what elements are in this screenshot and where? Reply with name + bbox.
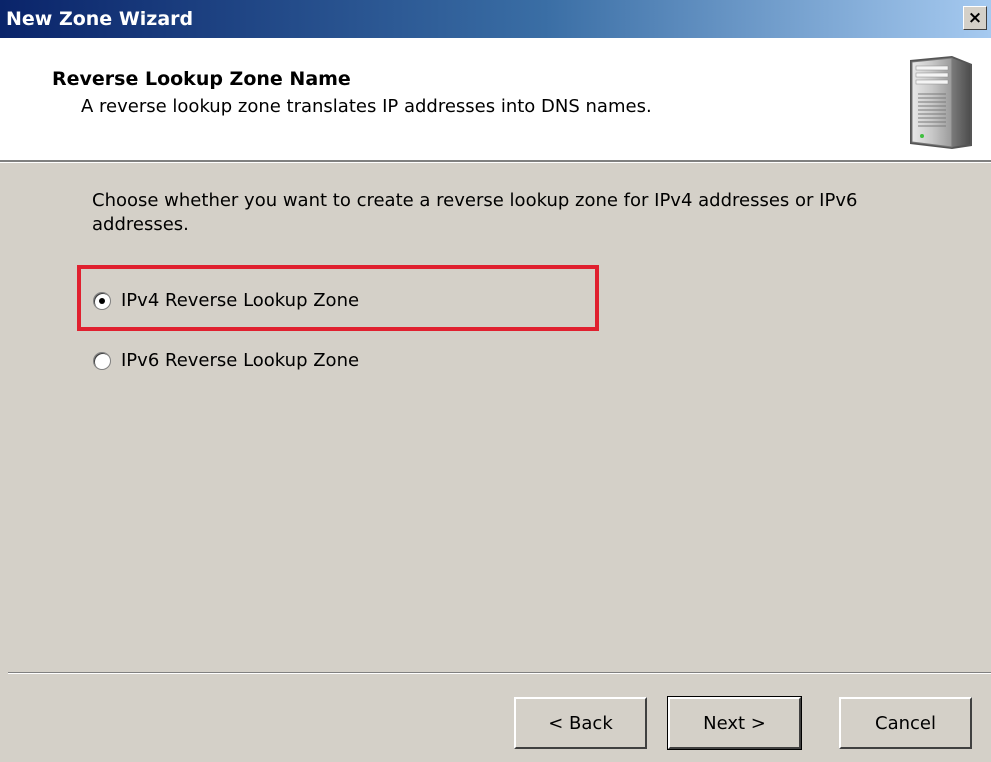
instruction-text: Choose whether you want to create a reve…	[92, 190, 858, 235]
close-button[interactable]: ×	[963, 6, 987, 30]
wizard-header: Reverse Lookup Zone Name A reverse looku…	[0, 38, 991, 160]
page-title: Reverse Lookup Zone Name	[52, 68, 351, 90]
page-subtitle: A reverse lookup zone translates IP addr…	[81, 96, 652, 117]
close-icon: ×	[967, 8, 983, 28]
footer-divider	[8, 672, 991, 674]
ipv6-radio[interactable]	[93, 351, 111, 370]
title-bar[interactable]: New Zone Wizard ×	[0, 0, 991, 38]
ipv4-label: IPv4 Reverse Lookup Zone	[121, 290, 360, 311]
ipv6-option[interactable]: IPv6 Reverse Lookup Zone	[93, 350, 359, 371]
cancel-button[interactable]: Cancel	[839, 697, 972, 749]
ipv4-radio[interactable]	[93, 291, 111, 310]
wizard-content: Choose whether you want to create a reve…	[0, 163, 991, 663]
ipv4-option[interactable]: IPv4 Reverse Lookup Zone	[93, 290, 359, 311]
next-button[interactable]: Next >	[667, 696, 802, 750]
back-button[interactable]: < Back	[514, 697, 647, 749]
wizard-window: New Zone Wizard × Reverse Lookup Zone Na…	[0, 0, 991, 762]
window-title: New Zone Wizard	[6, 8, 194, 30]
server-icon	[910, 56, 972, 149]
ipv6-label: IPv6 Reverse Lookup Zone	[121, 350, 360, 371]
